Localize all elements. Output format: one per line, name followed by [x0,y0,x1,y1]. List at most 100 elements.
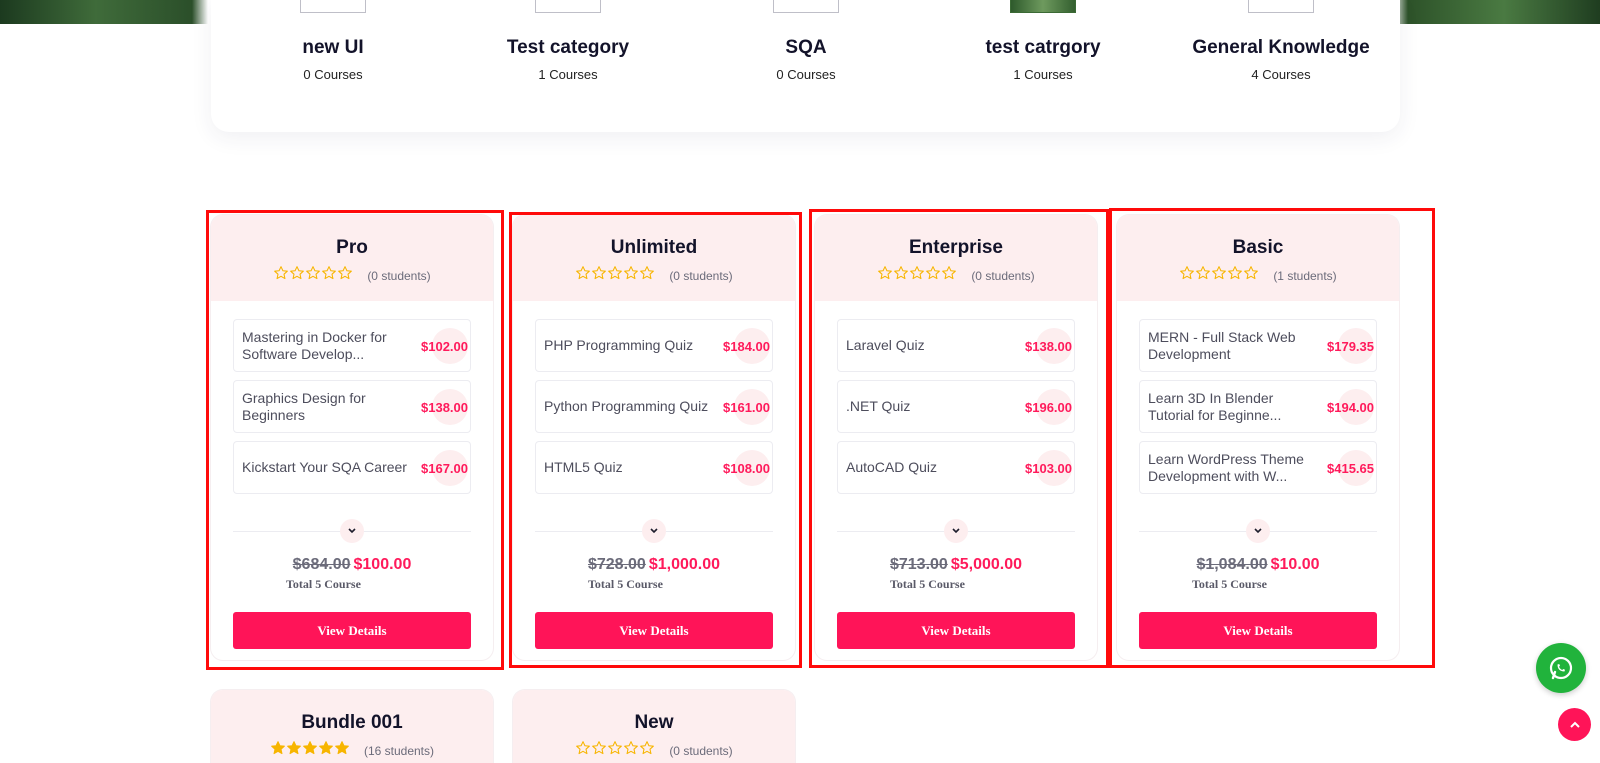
expand-toggle[interactable] [944,519,968,543]
list-item[interactable]: .NET Quiz $196.00 [837,380,1075,433]
star-icon [576,266,591,280]
total-courses: Total 5 Course [890,577,965,591]
view-details-button[interactable]: View Details [1139,612,1377,649]
total-courses: Total 5 Course [588,577,663,591]
star-icon [608,266,623,280]
star-rating [273,265,353,286]
expand-toggle[interactable] [340,519,364,543]
view-details-button[interactable]: View Details [837,612,1075,649]
category-thumbnail [300,0,366,13]
star-icon [287,741,301,755]
star-icon [624,741,639,755]
list-item[interactable]: PHP Programming Quiz $184.00 [535,319,773,372]
bundle-price: $1,084.00 $10.00 Total 5 Course [1117,556,1399,592]
star-icon [592,741,607,755]
total-courses: Total 5 Course [1192,577,1267,591]
bundle-header: Basic (1 students) [1117,215,1399,301]
bundle-price: $713.00 $5,000.00 Total 5 Course [815,556,1097,592]
course-name: HTML5 Quiz [544,459,623,475]
scroll-top-button[interactable] [1558,708,1591,741]
star-icon [1180,266,1195,280]
star-rating [877,265,957,286]
list-item[interactable]: Learn 3D In Blender Tutorial for Beginne… [1139,380,1377,433]
course-price: $102.00 [421,339,468,354]
course-name: Learn 3D In Blender Tutorial for Beginne… [1148,389,1282,423]
students-count: (0 students) [367,268,431,283]
star-rating [270,740,350,761]
chevron-down-icon [650,528,658,534]
divider [535,519,773,543]
course-price: $184.00 [723,339,770,354]
students-count: (0 students) [669,743,733,758]
course-price: $138.00 [1025,339,1072,354]
category-name: test catrgory [985,37,1101,58]
course-name: Python Programming Quiz [544,398,709,414]
category-count: 4 Courses [1251,67,1311,82]
list-item[interactable]: Kickstart Your SQA Career $167.00 [233,441,471,494]
star-rating [1179,265,1259,286]
star-icon [910,266,925,280]
rating: (16 students) [211,740,493,761]
bundle-course-list: Mastering in Docker for Software Develop… [211,301,493,494]
new-price: $5,000.00 [950,556,1023,573]
list-item[interactable]: Graphics Design for Beginners $138.00 [233,380,471,433]
page: new UI 0 Courses Test category 1 Courses… [0,0,1600,763]
category-count: 1 Courses [538,67,598,82]
chevron-up-icon [1569,721,1580,728]
bundle-header: Bundle 001 (16 students) [211,690,493,763]
bundle-title: Enterprise [909,237,1003,258]
course-name: Graphics Design for Beginners [242,389,366,423]
category-thumbnail [535,0,601,13]
list-item[interactable]: Learn WordPress Theme Development with W… [1139,441,1377,494]
list-item[interactable]: MERN - Full Stack Web Development $179.35 [1139,319,1377,372]
bundle-card-unlimited: Unlimited (0 students) PHP Programming Q… [513,215,795,660]
whatsapp-button[interactable] [1536,643,1586,693]
star-icon [1228,266,1243,280]
star-icon [274,266,289,280]
category-test-catrgory[interactable]: test catrgory 1 Courses [943,0,1143,82]
star-rating [575,740,655,761]
bundle-price: $728.00 $1,000.00 Total 5 Course [513,556,795,592]
view-details-button[interactable]: View Details [233,612,471,649]
course-name: Mastering in Docker for Software Develop… [242,328,387,362]
category-name: SQA [785,37,827,58]
chevron-down-icon [348,528,356,534]
course-name: MERN - Full Stack Web Development [1148,328,1296,362]
list-item[interactable]: HTML5 Quiz $108.00 [535,441,773,494]
course-name: AutoCAD Quiz [846,459,938,475]
expand-toggle[interactable] [1246,519,1270,543]
chevron-down-icon [952,528,960,534]
star-icon [576,741,591,755]
category-thumbnail [1010,0,1076,13]
course-price: $161.00 [723,400,770,415]
list-item[interactable]: AutoCAD Quiz $103.00 [837,441,1075,494]
star-icon [942,266,957,280]
students-count: (1 students) [1273,268,1337,283]
students-count: (0 students) [669,268,733,283]
bundle-course-list: PHP Programming Quiz $184.00 Python Progr… [513,301,795,494]
bundle-header: Enterprise (0 students) [815,215,1097,301]
category-new-ui[interactable]: new UI 0 Courses [233,0,433,82]
category-test-category[interactable]: Test category 1 Courses [468,0,668,82]
bundle-header: New (0 students) [513,690,795,763]
rating: (1 students) [1117,265,1399,286]
chevron-down-icon [1254,528,1262,534]
expand-toggle[interactable] [642,519,666,543]
list-item[interactable]: Python Programming Quiz $161.00 [535,380,773,433]
star-icon [303,741,317,755]
category-count: 1 Courses [1013,67,1073,82]
old-price: $1,084.00 [1196,556,1268,573]
category-sqa[interactable]: SQA 0 Courses [706,0,906,82]
course-price: $167.00 [421,461,468,476]
list-item[interactable]: Mastering in Docker for Software Develop… [233,319,471,372]
star-icon [271,741,285,755]
course-name: Laravel Quiz [846,337,925,353]
star-icon [878,266,893,280]
star-icon [624,266,639,280]
divider [1139,519,1377,543]
course-name: Learn WordPress Theme Development with W… [1148,450,1304,484]
bundle-title: Pro [336,237,368,258]
category-general-knowledge[interactable]: General Knowledge 4 Courses [1181,0,1381,82]
list-item[interactable]: Laravel Quiz $138.00 [837,319,1075,372]
view-details-button[interactable]: View Details [535,612,773,649]
